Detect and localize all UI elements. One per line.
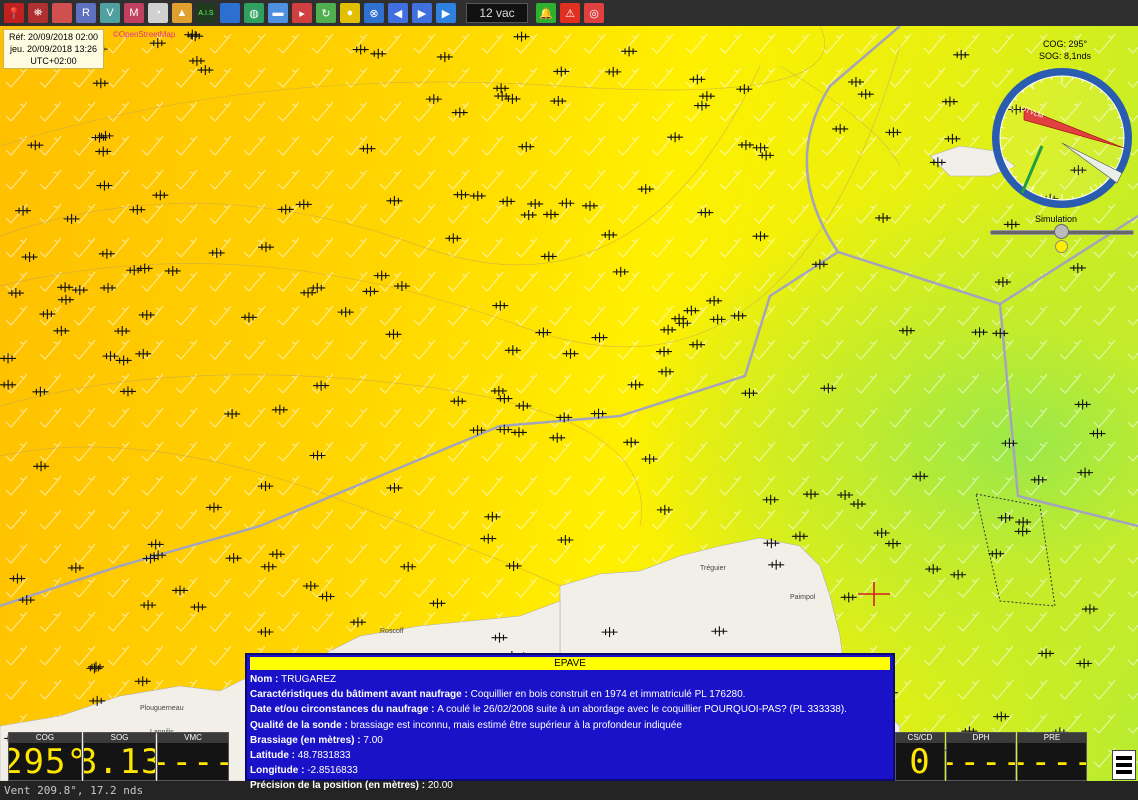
popup-row: Brassiage (en mètres) : 7.00	[250, 733, 890, 748]
bell-icon[interactable]: 🔔	[536, 3, 556, 23]
globe-icon[interactable]: ◍	[244, 3, 264, 23]
popup-row-value: TRUGAREZ	[281, 674, 337, 685]
menu-icon[interactable]	[1112, 750, 1136, 780]
forecast-date-box: Réf: 20/09/2018 02:00 jeu. 20/09/2018 13…	[3, 29, 104, 69]
popup-row-label: Date et/ou circonstances du naufrage :	[250, 704, 438, 716]
popup-row-label: Latitude :	[250, 750, 298, 762]
wind-sock-icon[interactable]: ▸	[292, 3, 312, 23]
popup-row-value: -2.8516833	[307, 765, 358, 777]
cog-readout: COG: 295°	[1042, 39, 1088, 49]
ais-icon[interactable]: A.I.S	[196, 3, 216, 23]
popup-row: Précision de la position (en mètres) : 2…	[250, 778, 890, 793]
popup-row: Date et/ou circonstances du naufrage : A…	[250, 702, 890, 717]
clock-icon[interactable]: ◔	[148, 3, 168, 23]
instrument-pre[interactable]: PRE----	[1017, 732, 1087, 781]
popup-title: EPAVE	[250, 657, 890, 670]
instrument-value: 8.13	[84, 743, 155, 780]
chart-square-icon[interactable]	[220, 3, 240, 23]
instrument-label: COG	[9, 733, 81, 743]
instrument-cs-cd[interactable]: CS/CD 0	[895, 732, 945, 781]
current-date: jeu. 20/09/2018 13:26	[9, 44, 98, 54]
instrument-label: CS/CD	[896, 733, 944, 743]
popup-row-value: 7.00	[363, 734, 383, 746]
refresh-icon[interactable]: ↻	[316, 3, 336, 23]
compass-tick	[1071, 196, 1074, 200]
instrument-value: 0	[909, 743, 931, 780]
popup-row-label: Longitude :	[250, 765, 308, 777]
instrument-value: ----	[158, 743, 228, 780]
instrument-sog[interactable]: SOG 8.13	[83, 732, 156, 781]
ref-date: Réf: 20/09/2018 02:00	[8, 32, 99, 42]
popup-row-value: 48.7831833	[297, 750, 351, 762]
wreck-info-popup[interactable]: EPAVE Nom : TRUGAREZ Caractéristiques du …	[245, 653, 895, 791]
chart-r-icon[interactable]: R	[76, 3, 96, 23]
place-name: Roscoff	[380, 628, 404, 635]
instrument-cog[interactable]: COG 295°	[8, 732, 82, 781]
instrument-dph[interactable]: DPH----	[946, 732, 1016, 781]
chart-m-icon[interactable]: M	[124, 3, 144, 23]
osm-credit[interactable]: ©OpenStreetMap	[113, 30, 175, 39]
back-arrow-icon[interactable]: ◀	[388, 3, 408, 23]
timezone: UTC+02:00	[30, 56, 77, 66]
printer-icon[interactable]: ▬	[268, 3, 288, 23]
compass-tick	[1050, 76, 1053, 80]
message-counter[interactable]: 12 vac	[466, 3, 528, 23]
compass-needle-icon[interactable]: ▲	[172, 3, 192, 23]
instrument-value: ----	[1018, 743, 1086, 780]
popup-row-value: 20.00	[427, 780, 453, 792]
popup-row-label: Précision de la position (en mètres) :	[250, 780, 428, 792]
instrument-label: PRE	[1018, 733, 1086, 743]
sog-readout: SOG: 8,1nds	[1038, 51, 1092, 61]
cog-sog-readout: COG: 295° SOG: 8,1nds	[1025, 38, 1105, 62]
instrument-vmc[interactable]: VMC----	[157, 732, 229, 781]
compass-tick	[1000, 147, 1004, 150]
popup-row: Latitude : 48.7831833	[250, 748, 890, 763]
warning-icon[interactable]: ⚠	[560, 3, 580, 23]
popup-row: Nom : TRUGAREZ	[250, 672, 890, 687]
simulation-indicator-dot	[1055, 240, 1068, 253]
popup-body: Nom : TRUGAREZ Caractéristiques du bâtime…	[247, 670, 893, 796]
simulation-label: Simulation	[1035, 214, 1078, 224]
play-icon[interactable]: ▶	[436, 3, 456, 23]
compass-tick	[1050, 196, 1053, 200]
popup-row: Longitude : -2.8516833	[250, 763, 890, 778]
compass-tick	[1071, 76, 1074, 80]
lifebuoy-icon[interactable]: ◎	[584, 3, 604, 23]
popup-row-value: A coulé le 26/02/2008 suite à un abordag…	[437, 704, 847, 716]
grib-icon[interactable]: ⊗	[364, 3, 384, 23]
lighthouse-icon[interactable]: ⛯	[28, 3, 48, 23]
instrument-value: 295°	[9, 743, 81, 780]
popup-row-label: Caractéristiques du bâtiment avant naufr…	[250, 689, 471, 701]
popup-row-label: Nom :	[250, 674, 282, 685]
place-name: Paimpol	[790, 594, 816, 601]
compass-tick	[1120, 147, 1124, 150]
compass-tick	[1120, 126, 1124, 129]
place-name: Plouguerneau	[140, 705, 184, 712]
pin-icon[interactable]: 📍	[4, 3, 24, 23]
instrument-label: DPH	[947, 733, 1015, 743]
popup-row: Caractéristiques du bâtiment avant naufr…	[250, 687, 890, 702]
popup-row-value: Coquillier en bois construit en 1974 et …	[470, 689, 746, 701]
compass-tick	[1000, 126, 1004, 129]
popup-row-value: brassiage est inconnu, mais estimé être …	[350, 719, 682, 731]
popup-row-label: Qualité de la sonde :	[250, 719, 351, 731]
instrument-label: SOG	[84, 733, 155, 743]
toolbar: 📍 ⛯ R V M ◔ ▲ A.I.S ◍ ▬ ▸ ↻ ● ⊗ ◀ ▶ ▶ 12 vac 🔔 ⚠ ◎	[0, 0, 1138, 26]
instrument-label: VMC	[158, 733, 228, 743]
place-name: Tréguier	[700, 565, 726, 572]
compass-inner	[999, 75, 1125, 201]
weather-map-icon[interactable]: ●	[340, 3, 360, 23]
simulation-slider-thumb[interactable]	[1054, 224, 1069, 239]
popup-row-label: Brassiage (en mètres) :	[250, 734, 364, 746]
popup-row: Qualité de la sonde : brassiage est inco…	[250, 718, 890, 733]
forward-arrow-icon[interactable]: ▶	[412, 3, 432, 23]
instrument-value: ----	[947, 743, 1015, 780]
chart-v-icon[interactable]: V	[100, 3, 120, 23]
chart-raster-icon[interactable]	[52, 3, 72, 23]
